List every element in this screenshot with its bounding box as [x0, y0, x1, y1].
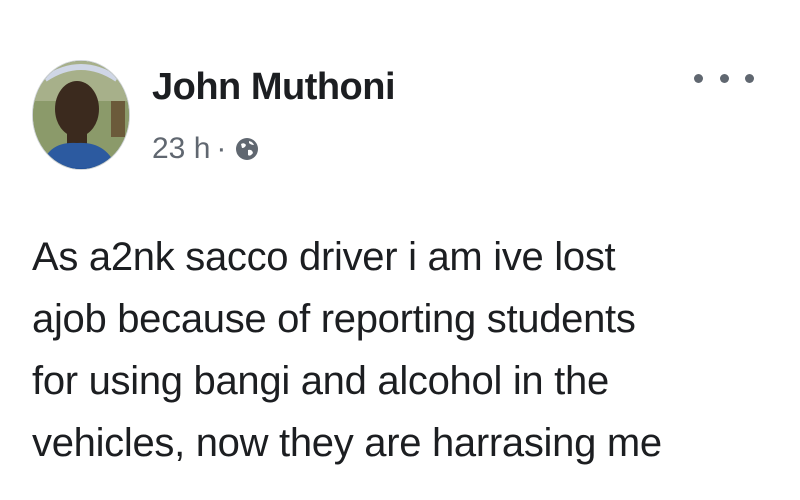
globe-icon[interactable]: [234, 136, 260, 162]
post-meta: 23 h ·: [152, 132, 260, 166]
more-options-icon[interactable]: [694, 66, 754, 90]
post-header: John Muthoni 23 h ·: [32, 56, 772, 176]
author-avatar[interactable]: [32, 60, 130, 170]
post-text: As a2nk sacco driver i am ive lost ajob …: [32, 235, 662, 465]
meta-separator: ·: [216, 132, 227, 165]
author-name[interactable]: John Muthoni: [152, 66, 396, 109]
facebook-post: John Muthoni 23 h · As a2nk sacco driver…: [0, 0, 800, 500]
post-timestamp[interactable]: 23 h: [152, 132, 210, 166]
avatar-photo: [33, 61, 129, 169]
